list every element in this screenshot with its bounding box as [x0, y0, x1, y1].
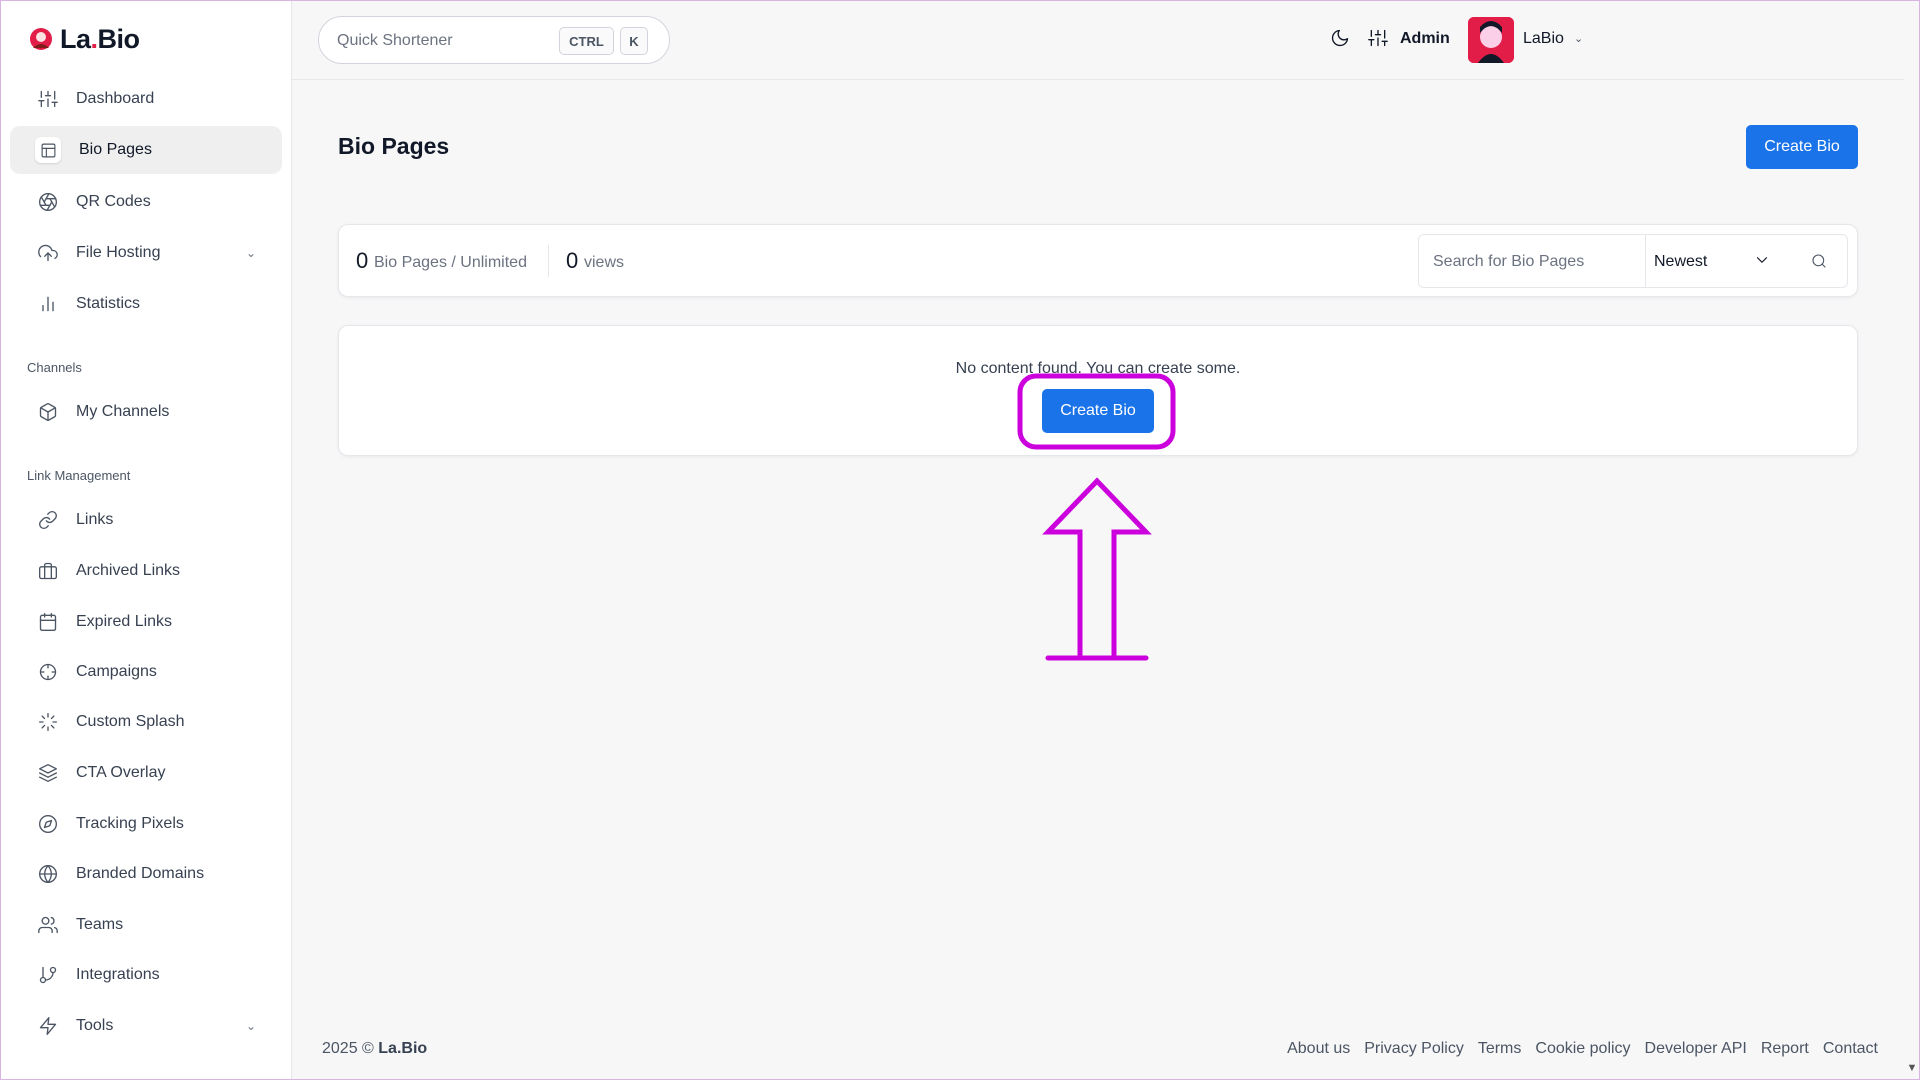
footer-link-terms[interactable]: Terms [1478, 1040, 1522, 1058]
footer-brand: La.Bio [378, 1040, 428, 1057]
annotation-overlay [1017, 373, 1176, 661]
footer-link-developer-api[interactable]: Developer API [1645, 1040, 1747, 1058]
footer-links: About us Privacy Policy Terms Cookie pol… [1287, 1040, 1878, 1058]
footer-link-privacy[interactable]: Privacy Policy [1364, 1040, 1464, 1058]
footer-link-report[interactable]: Report [1761, 1040, 1809, 1058]
footer-copyright: 2025 © La.Bio [322, 1040, 428, 1057]
highlight-box [1017, 373, 1176, 450]
footer-link-contact[interactable]: Contact [1823, 1040, 1878, 1058]
scroll-down-arrow-icon[interactable]: ▼ [1904, 1062, 1920, 1080]
arrow-up-icon [1042, 477, 1152, 661]
footer-link-about[interactable]: About us [1287, 1040, 1350, 1058]
footer-link-cookie[interactable]: Cookie policy [1535, 1040, 1630, 1058]
